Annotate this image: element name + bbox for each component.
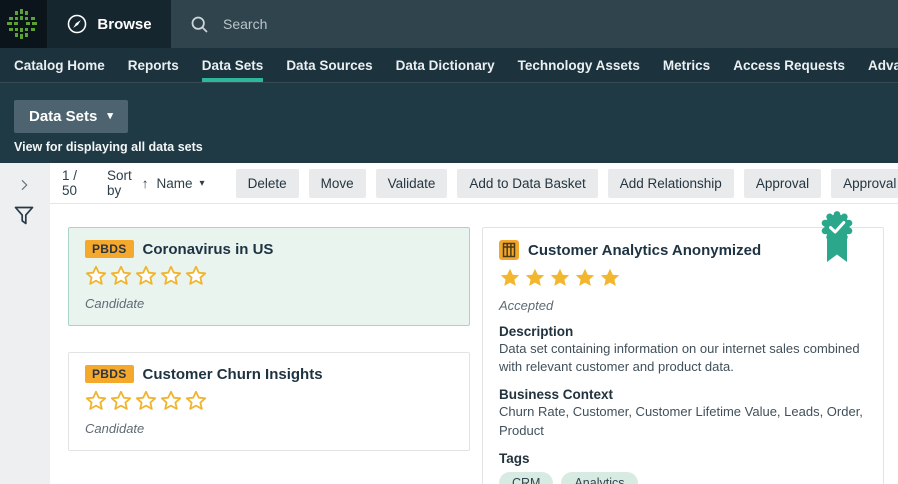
sort-field-label: Name — [156, 175, 193, 191]
toolbar-buttons: Delete Move Validate Add to Data Basket … — [235, 168, 898, 198]
star-icon — [500, 268, 520, 286]
sort-by-label: Sort by — [107, 168, 132, 198]
star-icon — [160, 390, 182, 410]
cards-column-left: PBDS Coronavirus in US Candidate PBDS Cu… — [68, 227, 470, 484]
star-icon — [600, 268, 620, 286]
nav-data-sets[interactable]: Data Sets — [201, 48, 263, 82]
filter-icon[interactable] — [12, 203, 36, 229]
star-icon — [85, 390, 107, 410]
description-section: Description Data set containing informat… — [499, 324, 867, 376]
chevron-down-icon: ▾ — [107, 110, 113, 122]
add-to-data-basket-button[interactable]: Add to Data Basket — [457, 168, 598, 198]
business-context-text: Churn Rate, Customer, Customer Lifetime … — [499, 404, 863, 438]
approval-button[interactable]: Approval — [743, 168, 822, 198]
app-logo[interactable] — [0, 0, 44, 48]
dataset-cards: PBDS Coronavirus in US Candidate PBDS Cu… — [50, 204, 898, 484]
star-icon — [160, 265, 182, 285]
star-icon — [525, 268, 545, 286]
description-text: Data set containing information on our i… — [499, 341, 860, 375]
left-rail — [0, 163, 50, 484]
star-icon — [135, 390, 157, 410]
tags-heading: Tags — [499, 450, 530, 466]
tag-pill[interactable]: CRM — [499, 471, 554, 484]
search-icon — [191, 16, 208, 32]
browse-label: Browse — [97, 15, 152, 33]
rating-stars[interactable] — [85, 390, 453, 412]
nav-access-requests[interactable]: Access Requests — [733, 48, 845, 82]
app-header: Browse — [0, 0, 898, 48]
star-icon — [575, 268, 595, 286]
main-panel: 1 / 50 Sort by ↑ Name ▾ Delete Move Vali… — [50, 163, 898, 484]
approval-button-2[interactable]: Approval — [831, 168, 898, 198]
search-input[interactable] — [223, 16, 623, 32]
rating-stars[interactable] — [499, 267, 867, 289]
dataset-title[interactable]: Customer Analytics Anonymized — [528, 242, 761, 259]
dataset-title[interactable]: Coronavirus in US — [143, 241, 274, 258]
business-context-heading: Business Context — [499, 387, 614, 403]
nav-technology-assets[interactable]: Technology Assets — [518, 48, 640, 82]
description-heading: Description — [499, 324, 574, 339]
dataset-title[interactable]: Customer Churn Insights — [143, 366, 323, 383]
tag-pill[interactable]: Analytics — [561, 471, 638, 484]
star-icon — [550, 268, 570, 286]
asset-type-badge: PBDS — [85, 365, 134, 383]
browse-button[interactable]: Browse — [47, 0, 171, 48]
star-icon — [110, 265, 132, 285]
view-subtitle: View for displaying all data sets — [14, 140, 203, 154]
logo-icon — [7, 9, 37, 39]
nav-advance[interactable]: Advance — [868, 48, 898, 82]
asset-type-badge: PBDS — [85, 240, 134, 258]
content-area: 1 / 50 Sort by ↑ Name ▾ Delete Move Vali… — [0, 163, 898, 484]
nav-data-sources[interactable]: Data Sources — [286, 48, 372, 82]
chevron-down-icon: ▾ — [199, 177, 205, 189]
star-icon — [185, 390, 207, 410]
dataset-card-customer-churn[interactable]: PBDS Customer Churn Insights Candidate — [68, 352, 470, 451]
dataset-card-customer-analytics[interactable]: Customer Analytics Anonymized Accepted D… — [482, 211, 884, 484]
sort-field-dropdown[interactable]: Name ▾ — [157, 176, 205, 191]
data-set-icon — [499, 240, 519, 260]
add-relationship-button[interactable]: Add Relationship — [607, 168, 734, 198]
star-icon — [135, 265, 157, 285]
view-selector-label: Data Sets — [29, 108, 98, 125]
catalog-nav: Catalog Home Reports Data Sets Data Sour… — [0, 48, 898, 83]
rating-stars[interactable] — [85, 265, 453, 287]
move-button[interactable]: Move — [308, 168, 366, 198]
nav-catalog-home[interactable]: Catalog Home — [14, 48, 105, 82]
star-icon — [85, 265, 107, 285]
star-icon — [185, 265, 207, 285]
view-header: Data Sets ▾ View for displaying all data… — [0, 83, 898, 163]
delete-button[interactable]: Delete — [235, 168, 299, 198]
tags-section: Tags CRM Analytics — [499, 451, 867, 484]
nav-data-dictionary[interactable]: Data Dictionary — [396, 48, 495, 82]
nav-reports[interactable]: Reports — [128, 48, 179, 82]
validate-button[interactable]: Validate — [375, 168, 448, 198]
nav-metrics[interactable]: Metrics — [663, 48, 710, 82]
status-label: Candidate — [85, 296, 145, 311]
status-label: Candidate — [85, 421, 145, 436]
results-toolbar: 1 / 50 Sort by ↑ Name ▾ Delete Move Vali… — [50, 163, 898, 204]
star-icon — [110, 390, 132, 410]
pagination: 1 / 50 — [62, 168, 78, 198]
cards-column-right: Customer Analytics Anonymized Accepted D… — [482, 211, 884, 484]
expand-panel-icon[interactable] — [16, 177, 32, 193]
compass-icon — [68, 14, 87, 34]
dataset-card-coronavirus[interactable]: PBDS Coronavirus in US Candidate — [68, 227, 470, 326]
status-label: Accepted — [499, 298, 554, 313]
business-context-section: Business Context Churn Rate, Customer, C… — [499, 387, 867, 439]
search-bar[interactable] — [171, 0, 898, 48]
view-selector-button[interactable]: Data Sets ▾ — [14, 100, 128, 133]
certified-ribbon-icon — [821, 211, 853, 262]
sort-direction-icon[interactable]: ↑ — [142, 176, 149, 191]
